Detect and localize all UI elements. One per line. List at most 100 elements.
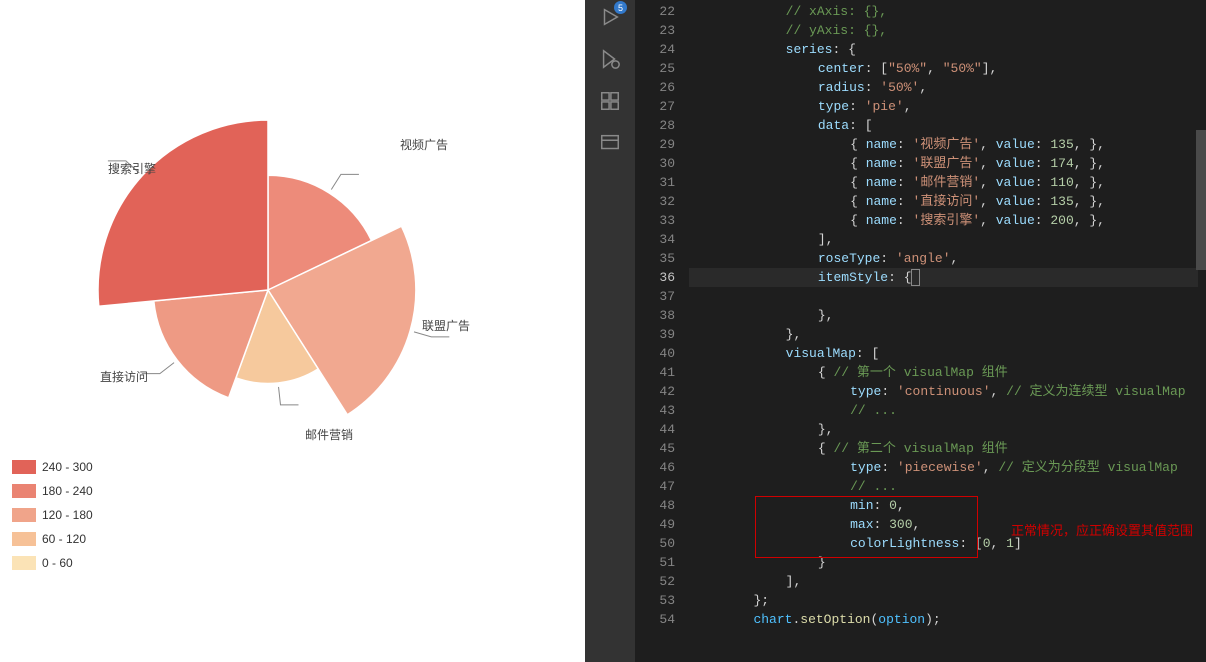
code-line[interactable]: // ... xyxy=(689,477,1198,496)
line-number: 45 xyxy=(635,439,675,458)
legend-row[interactable]: 0 - 60 xyxy=(12,551,93,574)
pie-label-union: 联盟广告 xyxy=(422,317,470,334)
line-number: 46 xyxy=(635,458,675,477)
code-line[interactable] xyxy=(689,287,1198,306)
minimap[interactable] xyxy=(1198,0,1206,662)
line-number: 36 xyxy=(635,268,675,287)
badge-count: 5 xyxy=(614,1,627,14)
line-number: 29 xyxy=(635,135,675,154)
line-number: 39 xyxy=(635,325,675,344)
code-line[interactable]: }; xyxy=(689,591,1198,610)
line-number: 32 xyxy=(635,192,675,211)
line-number: 40 xyxy=(635,344,675,363)
code-line[interactable]: ], xyxy=(689,230,1198,249)
line-number: 38 xyxy=(635,306,675,325)
code-line[interactable]: { name: '搜索引擎', value: 200, }, xyxy=(689,211,1198,230)
code-area[interactable]: // xAxis: {}, // yAxis: {}, series: { ce… xyxy=(689,0,1198,662)
line-number: 33 xyxy=(635,211,675,230)
run-debug-icon[interactable]: 5 xyxy=(597,4,623,30)
line-number: 23 xyxy=(635,21,675,40)
line-number: 26 xyxy=(635,78,675,97)
legend-row[interactable]: 180 - 240 xyxy=(12,479,93,502)
line-number: 54 xyxy=(635,610,675,629)
leader-line xyxy=(331,174,359,189)
code-line[interactable]: { // 第二个 visualMap 组件 xyxy=(689,439,1198,458)
legend-row[interactable]: 60 - 120 xyxy=(12,527,93,550)
code-line[interactable]: chart.setOption(option); xyxy=(689,610,1198,629)
legend-swatch xyxy=(12,556,36,570)
code-line[interactable]: }, xyxy=(689,420,1198,439)
line-number: 37 xyxy=(635,287,675,306)
pie-label-video: 视频广告 xyxy=(400,136,448,153)
line-number: 50 xyxy=(635,534,675,553)
code-line[interactable]: // ... xyxy=(689,401,1198,420)
code-line[interactable]: { name: '视频广告', value: 135, }, xyxy=(689,135,1198,154)
code-line[interactable]: { name: '联盟广告', value: 174, }, xyxy=(689,154,1198,173)
pie-label-search: 搜索引擎 xyxy=(108,160,156,177)
line-number: 43 xyxy=(635,401,675,420)
pie-label-mail: 邮件营销 xyxy=(305,426,353,443)
annotation-text: 正常情况，应正确设置其值范围 xyxy=(1011,520,1193,539)
code-line[interactable]: data: [ xyxy=(689,116,1198,135)
line-number: 31 xyxy=(635,173,675,192)
legend-row[interactable]: 120 - 180 xyxy=(12,503,93,526)
legend-label: 60 - 120 xyxy=(42,532,86,546)
code-line[interactable]: }, xyxy=(689,306,1198,325)
pie-slice[interactable] xyxy=(98,120,268,306)
code-line[interactable]: { name: '邮件营销', value: 110, }, xyxy=(689,173,1198,192)
code-line[interactable]: { // 第一个 visualMap 组件 xyxy=(689,363,1198,382)
line-number: 34 xyxy=(635,230,675,249)
debug-alt-icon[interactable] xyxy=(597,46,623,72)
line-number: 27 xyxy=(635,97,675,116)
legend-label: 0 - 60 xyxy=(42,556,73,570)
code-line[interactable]: type: 'continuous', // 定义为连续型 visualMap xyxy=(689,382,1198,401)
code-line[interactable]: itemStyle: { xyxy=(689,268,1198,287)
activity-bar: 5 xyxy=(585,0,635,662)
line-number: 24 xyxy=(635,40,675,59)
line-number: 47 xyxy=(635,477,675,496)
pie-label-direct: 直接访问 xyxy=(100,368,148,385)
code-line[interactable]: series: { xyxy=(689,40,1198,59)
legend-label: 240 - 300 xyxy=(42,460,93,474)
line-number: 22 xyxy=(635,2,675,21)
line-number: 28 xyxy=(635,116,675,135)
line-number: 30 xyxy=(635,154,675,173)
rose-pie-chart xyxy=(0,0,585,440)
code-line[interactable]: type: 'piecewise', // 定义为分段型 visualMap xyxy=(689,458,1198,477)
line-number: 35 xyxy=(635,249,675,268)
code-line[interactable]: // xAxis: {}, xyxy=(689,2,1198,21)
legend-swatch xyxy=(12,484,36,498)
preview-icon[interactable] xyxy=(597,130,623,156)
code-line[interactable]: radius: '50%', xyxy=(689,78,1198,97)
annotation-box xyxy=(755,496,978,558)
line-number: 52 xyxy=(635,572,675,591)
legend-swatch xyxy=(12,508,36,522)
line-number: 25 xyxy=(635,59,675,78)
code-line[interactable]: ], xyxy=(689,572,1198,591)
line-number: 49 xyxy=(635,515,675,534)
visualmap-legend[interactable]: 240 - 300 180 - 240 120 - 180 60 - 120 0… xyxy=(12,455,93,575)
legend-row[interactable]: 240 - 300 xyxy=(12,455,93,478)
code-line[interactable]: visualMap: [ xyxy=(689,344,1198,363)
code-line[interactable]: center: ["50%", "50%"], xyxy=(689,59,1198,78)
code-editor[interactable]: 2223242526272829303132333435363738394041… xyxy=(635,0,1206,662)
line-number: 44 xyxy=(635,420,675,439)
vertical-scrollbar[interactable] xyxy=(1196,130,1206,270)
legend-label: 180 - 240 xyxy=(42,484,93,498)
legend-label: 120 - 180 xyxy=(42,508,93,522)
code-line[interactable]: // yAxis: {}, xyxy=(689,21,1198,40)
code-line[interactable]: }, xyxy=(689,325,1198,344)
extensions-icon[interactable] xyxy=(597,88,623,114)
code-line[interactable]: type: 'pie', xyxy=(689,97,1198,116)
line-gutter: 2223242526272829303132333435363738394041… xyxy=(635,0,689,662)
line-number: 42 xyxy=(635,382,675,401)
code-line[interactable]: roseType: 'angle', xyxy=(689,249,1198,268)
legend-swatch xyxy=(12,460,36,474)
line-number: 53 xyxy=(635,591,675,610)
leader-line xyxy=(279,387,299,405)
chart-panel: 视频广告 联盟广告 邮件营销 直接访问 搜索引擎 240 - 300 180 -… xyxy=(0,0,585,662)
line-number: 51 xyxy=(635,553,675,572)
code-line[interactable]: { name: '直接访问', value: 135, }, xyxy=(689,192,1198,211)
cursor xyxy=(912,270,919,285)
line-number: 41 xyxy=(635,363,675,382)
